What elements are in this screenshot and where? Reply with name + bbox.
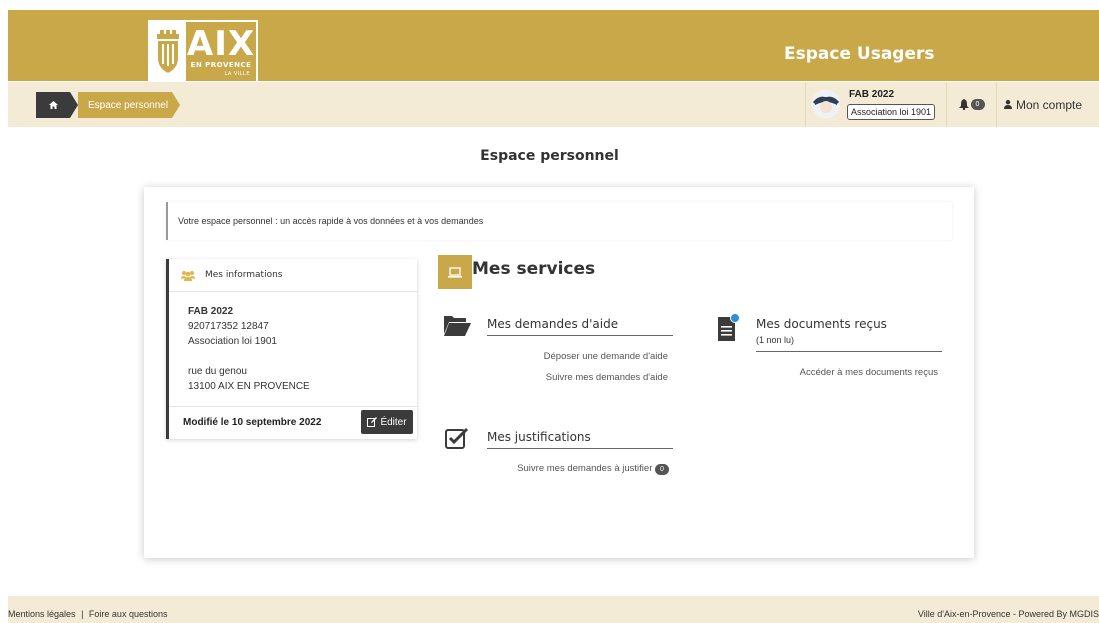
footer-separator: | — [81, 609, 84, 619]
page-title: Espace personnel — [480, 148, 619, 164]
logo-tagline: LA VILLE — [224, 70, 250, 77]
main-card: Votre espace personnel : un accès rapide… — [144, 187, 974, 558]
info-panel-title: Mes informations — [205, 270, 283, 280]
modified-date: Modifié le 10 septembre 2022 — [183, 417, 322, 428]
aid-requests-heading[interactable]: Mes demandes d'aide — [487, 317, 618, 331]
track-justifications-link[interactable]: Suivre mes demandes à justifier 0 — [487, 463, 669, 475]
logo-wordmark: AIX — [186, 23, 256, 64]
info-ids: 920717352 12847 — [188, 321, 269, 332]
notifications-count: 0 — [970, 99, 985, 110]
home-icon — [48, 101, 58, 109]
users-icon — [181, 270, 195, 281]
info-street: rue du genou — [188, 366, 247, 377]
breadcrumb-bar: Espace personnel FAB 2022 Association lo… — [8, 82, 1099, 127]
access-documents-link[interactable]: Accéder à mes documents reçus — [756, 367, 938, 378]
account-switcher[interactable]: FAB 2022 Association loi 1901 — [805, 82, 947, 127]
crest-icon — [150, 22, 186, 82]
top-header: AIX EN PROVENCE LA VILLE Espace Usagers — [8, 10, 1099, 84]
legal-notice-link[interactable]: Mentions légales — [8, 609, 76, 619]
info-panel: Mes informations FAB 2022 920717352 1284… — [166, 259, 417, 439]
my-account-label: Mon compte — [1016, 97, 1083, 112]
account-name: FAB 2022 — [849, 89, 895, 100]
laptop-icon — [438, 255, 472, 289]
faq-link[interactable]: Foire aux questions — [89, 609, 168, 619]
info-city: 13100 AIX EN PROVENCE — [188, 381, 310, 392]
documents-heading[interactable]: Mes documents reçus — [756, 317, 887, 331]
user-icon — [1004, 100, 1012, 109]
justifications-count: 0 — [655, 464, 669, 475]
breadcrumb-current: Espace personnel — [78, 92, 172, 118]
account-type-badge: Association loi 1901 — [847, 104, 936, 120]
breadcrumb-home[interactable] — [36, 92, 70, 118]
logo-subtitle: EN PROVENCE — [190, 60, 252, 69]
avatar — [812, 90, 840, 118]
justifications-heading[interactable]: Mes justifications — [487, 430, 591, 444]
portal-title: Espace Usagers — [784, 44, 935, 64]
footer: Mentions légales | Foire aux questions V… — [8, 596, 1099, 623]
notifications-button[interactable]: 0 — [947, 82, 997, 127]
checkbox-icon — [445, 427, 469, 449]
footer-credit: Ville d'Aix-en-Provence - Powered By MGD… — [917, 609, 1099, 619]
edit-button-label: Éditer — [380, 416, 407, 428]
edit-icon — [367, 417, 378, 427]
services-title: Mes services — [472, 259, 596, 279]
bell-icon — [958, 99, 969, 110]
submit-aid-request-link[interactable]: Déposer une demande d'aide — [487, 351, 668, 362]
info-type: Association loi 1901 — [188, 336, 277, 347]
folder-open-icon — [444, 316, 471, 336]
document-icon — [718, 313, 740, 341]
edit-button[interactable]: Éditer — [361, 410, 413, 434]
track-aid-requests-link[interactable]: Suivre mes demandes d'aide — [487, 372, 668, 383]
my-account-link[interactable]: Mon compte — [1004, 82, 1082, 127]
intro-message: Votre espace personnel : un accès rapide… — [166, 202, 952, 240]
city-logo[interactable]: AIX EN PROVENCE LA VILLE — [148, 20, 258, 84]
documents-unread: (1 non lu) — [756, 335, 795, 345]
info-name: FAB 2022 — [188, 306, 234, 317]
